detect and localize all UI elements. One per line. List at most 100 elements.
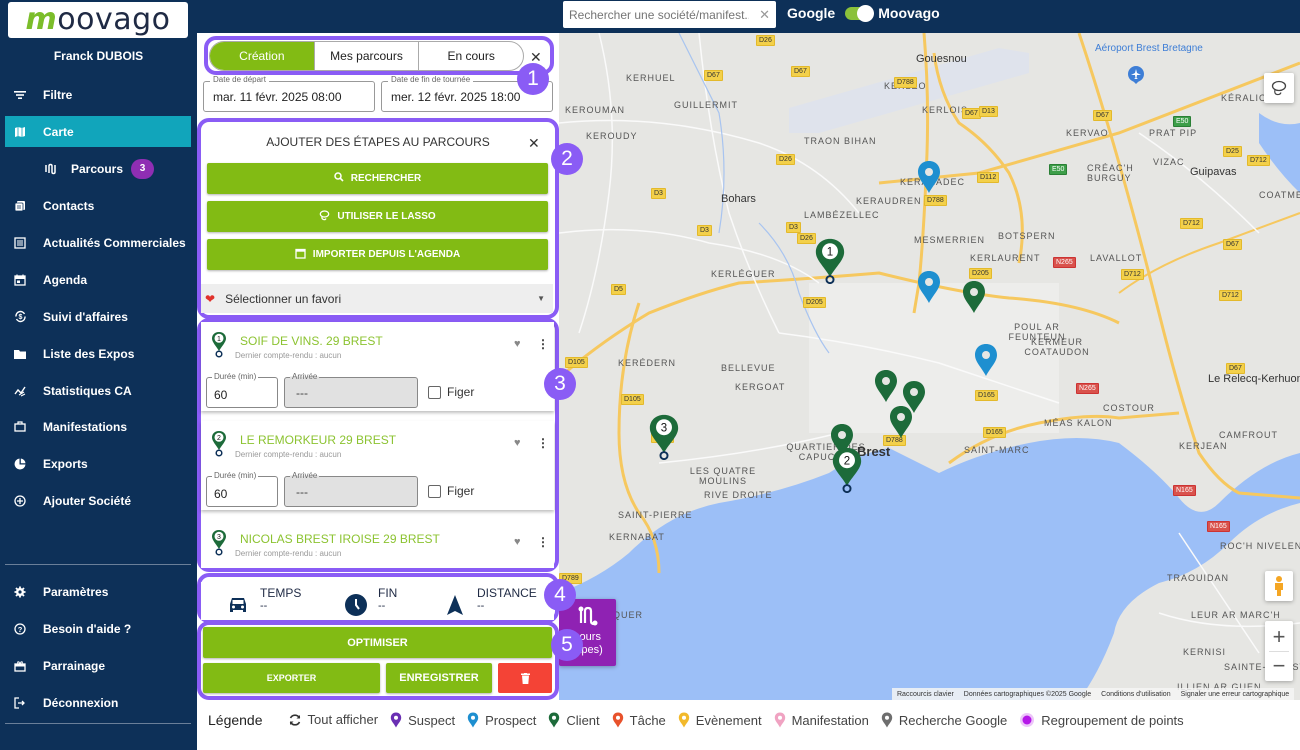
stop-last-report: Dernier compte-rendu : aucun <box>235 351 342 360</box>
sidebar-item-label: Parrainage <box>43 658 106 673</box>
sidebar-item-statistiques[interactable]: Statistiques CA <box>5 375 191 406</box>
place-label: GUILLERMIT <box>674 100 739 110</box>
sidebar-item-filtre[interactable]: Filtre <box>5 79 191 110</box>
duration-field[interactable]: Durée (min) 60 <box>206 471 278 507</box>
sidebar-item-carte[interactable]: Carte <box>5 116 191 147</box>
place-label: PRAT PIP <box>1149 128 1198 138</box>
sidebar-item-deconnexion[interactable]: Déconnexion <box>5 687 191 718</box>
client-marker[interactable] <box>889 405 913 439</box>
route-stop-marker-3[interactable]: 3 <box>647 414 681 460</box>
legend-item-prospect[interactable]: Prospect <box>467 712 536 728</box>
sidebar-item-label: Paramètres <box>43 584 109 599</box>
checkbox-box <box>428 385 441 399</box>
arrival-label: Arrivée <box>290 372 320 381</box>
favorite-heart-icon[interactable]: ♥ <box>514 536 521 548</box>
company-search-input[interactable] <box>569 7 749 22</box>
lasso-map-button[interactable] <box>1264 73 1294 103</box>
navigation-icon <box>447 595 463 615</box>
zoom-in-button[interactable]: + <box>1273 623 1286 651</box>
logo[interactable]: moovago <box>8 2 188 38</box>
attrib-data[interactable]: Données cartographiques ©2025 Google <box>959 691 1096 698</box>
place-label: MÉAS KALON <box>1044 418 1113 428</box>
sidebar-item-exports[interactable]: Exports <box>5 448 191 479</box>
sidebar-item-label: Contacts <box>43 198 95 213</box>
route-icon <box>43 162 57 176</box>
favorite-heart-icon[interactable]: ♥ <box>514 338 521 350</box>
date-end-label: Date de fin de tournée <box>388 75 474 84</box>
sidebar-item-aide[interactable]: ? Besoin d'aide ? <box>5 613 191 644</box>
attrib-report[interactable]: Signaler une erreur cartographique <box>1176 691 1295 698</box>
legend-item-client[interactable]: Client <box>548 712 600 728</box>
sidebar-item-actualites[interactable]: Actualités Commerciales <box>5 227 191 258</box>
place-label: TRAOUIDAN <box>1167 573 1230 583</box>
road-shield: D105 <box>621 394 644 405</box>
export-button[interactable]: EXPORTER <box>203 663 380 693</box>
legend-item-recherche-google[interactable]: Recherche Google <box>881 712 1007 728</box>
save-button[interactable]: ENREGISTRER <box>386 663 492 693</box>
street-view-button[interactable] <box>1265 571 1293 601</box>
sidebar-item-manifestations[interactable]: Manifestations <box>5 411 191 442</box>
import-agenda-label: IMPORTER DEPUIS L'AGENDA <box>312 249 461 260</box>
more-options-icon[interactable]: ⋮ <box>537 337 549 351</box>
route-stop-marker-1[interactable]: 1 <box>813 238 847 284</box>
toggle-knob <box>857 4 875 22</box>
import-agenda-button[interactable]: IMPORTER DEPUIS L'AGENDA <box>207 239 548 270</box>
legend-item-evenement[interactable]: Evènement <box>678 712 762 728</box>
prospect-marker[interactable] <box>974 343 998 377</box>
freeze-checkbox[interactable]: Figer <box>428 484 474 498</box>
sidebar-item-ajouter-societe[interactable]: Ajouter Société <box>5 485 191 516</box>
sidebar-item-contacts[interactable]: Contacts <box>5 190 191 221</box>
sidebar-item-liste-expos[interactable]: Liste des Expos <box>5 338 191 369</box>
sidebar-item-agenda[interactable]: Agenda <box>5 264 191 295</box>
tab-mes-parcours[interactable]: Mes parcours <box>315 42 420 70</box>
legend-item-suspect[interactable]: Suspect <box>390 712 455 728</box>
attrib-terms[interactable]: Conditions d'utilisation <box>1096 691 1175 698</box>
zoom-out-button[interactable]: − <box>1273 652 1286 680</box>
map[interactable]: KERHUEL GUILLERMIT KEROUMAN KEROUDY TRAO… <box>559 33 1300 700</box>
client-marker[interactable] <box>874 369 898 403</box>
client-marker[interactable] <box>962 280 986 314</box>
date-start-field[interactable]: Date de départ mar. 11 févr. 2025 08:00 <box>203 75 375 112</box>
more-options-icon[interactable]: ⋮ <box>537 535 549 549</box>
road-shield: D205 <box>969 268 992 279</box>
freeze-checkbox[interactable]: Figer <box>428 385 474 399</box>
stat-time-value: -- <box>260 600 268 612</box>
stop-name[interactable]: SOIF DE VINS. 29 BREST <box>240 334 383 348</box>
sidebar-item-parrainage[interactable]: Parrainage <box>5 650 191 681</box>
optimize-button[interactable]: OPTIMISER <box>203 627 552 658</box>
prospect-marker[interactable] <box>917 270 941 304</box>
more-options-icon[interactable]: ⋮ <box>537 436 549 450</box>
duration-field[interactable]: Durée (min) 60 <box>206 372 278 408</box>
pin-icon <box>549 712 560 728</box>
map-source-toggle[interactable] <box>845 4 875 22</box>
sidebar-item-parametres[interactable]: Paramètres <box>5 576 191 607</box>
tab-en-cours[interactable]: En cours <box>419 42 523 70</box>
stop-name[interactable]: LE REMORKEUR 29 BREST <box>240 433 396 447</box>
road-shield: D13 <box>979 106 998 117</box>
tab-creation[interactable]: Création <box>210 42 315 70</box>
prospect-marker[interactable] <box>917 160 941 194</box>
stop-name[interactable]: NICOLAS BREST IROISE 29 BREST <box>240 532 440 546</box>
search-button[interactable]: RECHERCHER <box>207 163 548 194</box>
pin-icon <box>881 712 893 728</box>
favorite-heart-icon[interactable]: ♥ <box>514 437 521 449</box>
route-stop-marker-2[interactable]: 2 <box>830 447 864 493</box>
stat-distance-value: -- <box>477 600 485 612</box>
pin-icon <box>612 712 623 728</box>
place-label: KERLAURENT <box>970 253 1041 263</box>
legend-item-show-all[interactable]: Tout afficher <box>288 712 378 727</box>
attrib-shortcuts[interactable]: Raccourcis clavier <box>892 691 959 698</box>
airport-icon <box>1128 66 1144 84</box>
lasso-button[interactable]: UTILISER LE LASSO <box>207 201 548 232</box>
sidebar-item-parcours[interactable]: Parcours 3 <box>5 153 191 184</box>
delete-button[interactable] <box>498 663 552 693</box>
legend-item-manifestation[interactable]: Manifestation <box>774 712 869 728</box>
road-shield: N265 <box>1053 257 1076 268</box>
close-add-steps-icon[interactable]: ✕ <box>528 135 540 152</box>
sidebar-item-suivi-affaires[interactable]: $ Suivi d'affaires <box>5 301 191 332</box>
clear-search-icon[interactable]: ✕ <box>759 7 770 23</box>
legend-item-regroupement[interactable]: Regroupement de points <box>1019 712 1184 728</box>
favorite-select[interactable]: ❤ Sélectionner un favori ▼ <box>201 284 553 313</box>
legend-item-tache[interactable]: Tâche <box>612 712 666 728</box>
contacts-icon <box>13 199 27 213</box>
